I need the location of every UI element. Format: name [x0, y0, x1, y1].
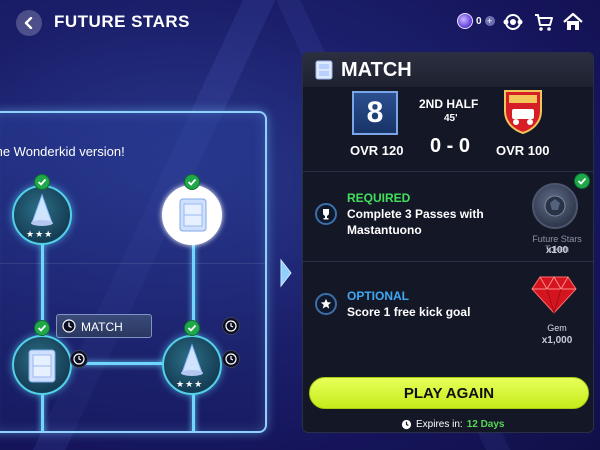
- back-arrow-icon: [24, 17, 33, 29]
- friends-icon[interactable]: [502, 11, 524, 33]
- expires-label: Expires in:: [416, 419, 463, 430]
- node-stars: ★★★: [176, 379, 204, 389]
- trophy-icon: [315, 203, 337, 225]
- divider: [303, 261, 593, 262]
- opponent-crest-icon: [504, 90, 542, 135]
- check-icon: [34, 320, 50, 336]
- back-button[interactable]: [16, 10, 42, 36]
- currency-count: 0: [476, 15, 482, 27]
- board-message: the Wonderkid version!: [0, 144, 125, 159]
- card-icon: [28, 349, 56, 383]
- reward-node-completed[interactable]: ★★★: [12, 185, 72, 245]
- check-icon: [184, 174, 200, 190]
- panel-header: MATCH: [303, 53, 593, 87]
- expiry-info: Expires in: 12 Days: [401, 419, 505, 430]
- gem-reward-qty: x1,000: [541, 335, 573, 346]
- home-icon[interactable]: [562, 11, 584, 33]
- expand-arrow-icon[interactable]: [279, 258, 293, 288]
- clock-icon: [70, 350, 88, 368]
- user-ovr: OVR 120: [350, 143, 404, 158]
- reward-node-current[interactable]: [162, 185, 222, 245]
- reward-node-completed[interactable]: ★★★: [162, 335, 222, 395]
- progress-board: the Wonderkid version! MATCH ★★★ ★★★: [0, 111, 267, 433]
- coin-icon: [457, 13, 473, 29]
- expires-value: 12 Days: [466, 419, 505, 430]
- check-icon: [34, 174, 50, 190]
- star-icon: [315, 293, 337, 315]
- gem-icon: [531, 276, 577, 315]
- match-pill-label: MATCH: [81, 320, 123, 334]
- page-title: FUTURE STARS: [54, 12, 191, 31]
- match-pill[interactable]: MATCH: [56, 314, 152, 338]
- reward-node-completed[interactable]: [12, 335, 72, 395]
- match-half: 2ND HALF: [419, 97, 479, 111]
- clock-icon: [401, 419, 412, 430]
- check-icon: [184, 320, 200, 336]
- gem-reward-label: Gem: [547, 323, 567, 333]
- play-again-button[interactable]: PLAY AGAIN: [309, 377, 589, 409]
- match-minute: 45': [444, 113, 458, 124]
- plus-icon[interactable]: +: [484, 16, 495, 26]
- match-score: 0 - 0: [430, 135, 471, 157]
- user-team-badge: 8: [352, 91, 398, 135]
- optional-text: Score 1 free kick goal: [347, 305, 471, 319]
- shop-cart-icon[interactable]: [533, 11, 555, 33]
- panel-title: MATCH: [341, 59, 412, 81]
- match-panel: MATCH 8 OVR 120 2ND HALF 45' 0 - 0 OVR 1…: [302, 52, 594, 433]
- required-text-line1: Complete 3 Passes with: [347, 207, 484, 221]
- optional-label: OPTIONAL: [347, 289, 409, 303]
- card-icon: [315, 60, 333, 80]
- cone-icon: [181, 343, 203, 376]
- required-label: REQUIRED: [347, 191, 411, 205]
- card-icon: [179, 198, 207, 232]
- divider: [303, 171, 593, 172]
- token-reward-qty: x100: [545, 245, 569, 256]
- token-icon: [532, 183, 578, 229]
- node-stars: ★★★: [26, 229, 54, 239]
- opponent-ovr: OVR 100: [496, 143, 550, 158]
- currency-counter[interactable]: 0 +: [457, 13, 495, 29]
- required-text-line2: Mastantuono: [347, 223, 422, 237]
- clock-icon: [222, 350, 240, 368]
- cone-icon: [31, 193, 53, 226]
- clock-icon: [222, 317, 240, 335]
- top-bar: FUTURE STARS 0 +: [0, 0, 600, 44]
- check-icon: [574, 173, 590, 189]
- clock-icon: [62, 319, 76, 333]
